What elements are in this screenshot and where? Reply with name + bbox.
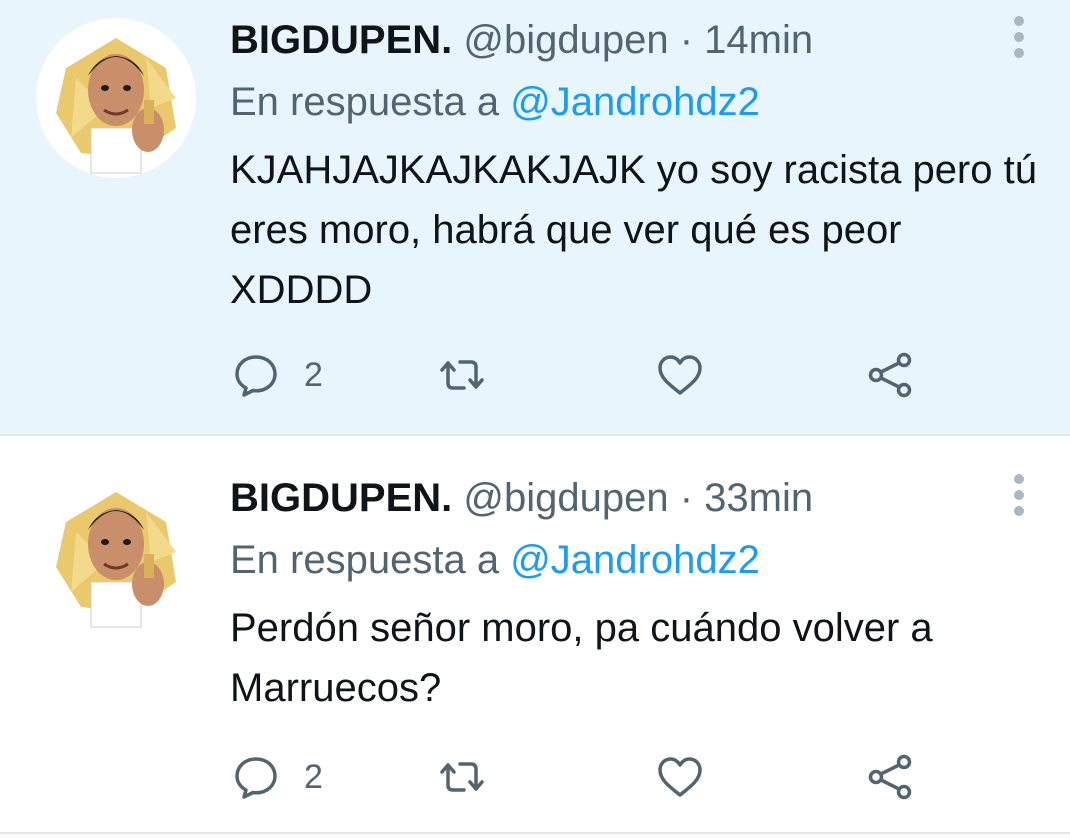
display-name[interactable]: BIGDUPEN. [230,476,452,520]
reply-context: En respuesta a @Jandrohdz2 [230,78,760,126]
reply-context: En respuesta a @Jandrohdz2 [230,536,760,584]
tweet-actions: 2 [232,752,932,802]
reply-mention-link[interactable]: @Jandrohdz2 [510,538,760,582]
separator-dot: · [679,18,694,62]
reply-icon [235,757,277,799]
reply-button[interactable]: 2 [232,752,323,802]
more-icon[interactable] [1008,474,1032,518]
more-icon[interactable] [1008,16,1032,60]
reply-prefix: En respuesta a [230,538,500,582]
tweet-actions: 2 [232,350,932,400]
retweet-button[interactable] [438,752,486,802]
separator-dot: · [679,476,694,520]
reply-count: 2 [304,355,323,394]
tweet-header: BIGDUPEN. @bigdupen · 33min [230,474,813,522]
retweet-button[interactable] [438,350,486,400]
user-handle[interactable]: @bigdupen [463,18,668,62]
share-icon [868,754,912,800]
like-icon [658,757,702,797]
timestamp[interactable]: 14min [704,18,813,62]
tweet-text: Perdón señor moro, pa cuándo volver a Ma… [230,606,933,710]
like-button[interactable] [656,350,704,400]
reply-button[interactable]: 2 [232,350,323,400]
like-button[interactable] [656,752,704,802]
display-name[interactable]: BIGDUPEN. [230,18,452,62]
share-button[interactable] [866,752,914,802]
timestamp[interactable]: 33min [704,476,813,520]
reply-prefix: En respuesta a [230,80,500,124]
reply-icon [235,355,277,397]
share-icon [868,352,912,398]
like-icon [658,355,702,395]
reply-mention-link[interactable]: @Jandrohdz2 [510,80,760,124]
user-handle[interactable]: @bigdupen [463,476,668,520]
tweet-text: KJAHJAJKAJKAKJAJK yo soy racista pero tú… [230,148,1037,312]
avatar-image [36,18,196,178]
retweet-icon [440,762,484,792]
reply-count: 2 [304,757,323,796]
tweet-header: BIGDUPEN. @bigdupen · 14min [230,16,813,64]
retweet-icon [440,360,484,390]
avatar-image [36,472,196,632]
avatar[interactable] [36,18,196,178]
tweet-2[interactable]: BIGDUPEN. @bigdupen · 33min En respuesta… [0,438,1070,834]
avatar[interactable] [36,472,196,632]
tweet-1[interactable]: BIGDUPEN. @bigdupen · 14min En respuesta… [0,0,1070,436]
share-button[interactable] [866,350,914,400]
